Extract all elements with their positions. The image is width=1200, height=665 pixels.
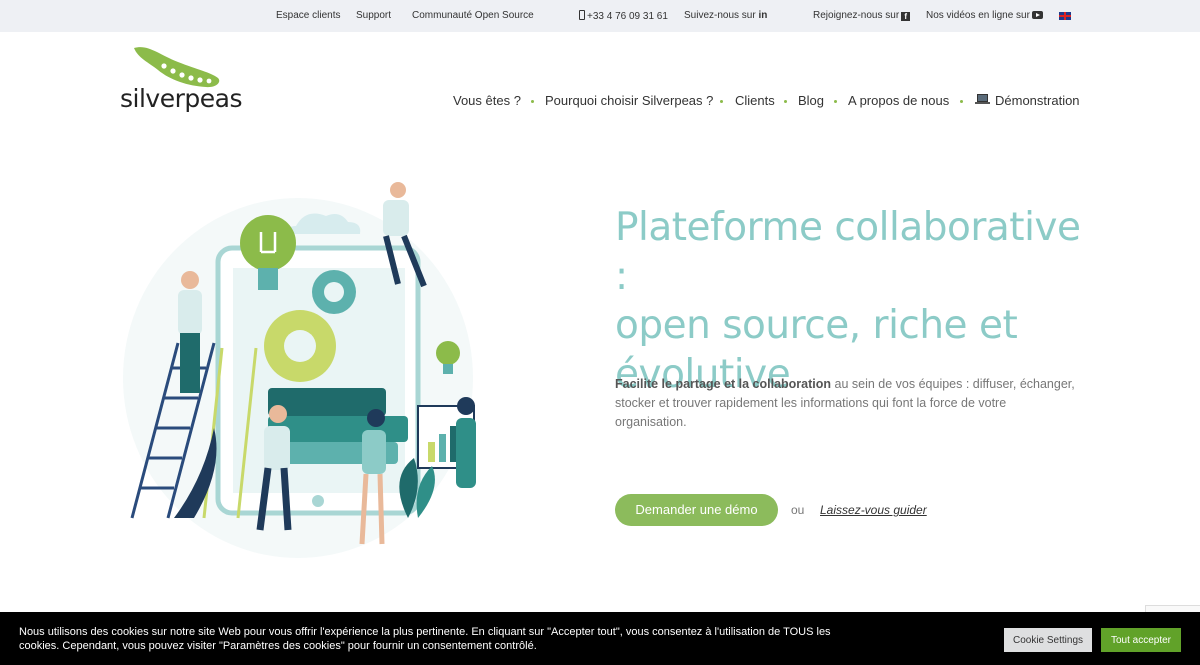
or-separator: ou (791, 503, 805, 517)
laptop-icon (975, 94, 990, 104)
facebook-link[interactable]: Rejoignez-nous sur f (813, 10, 911, 21)
nav-demonstration[interactable]: Démonstration (995, 93, 1080, 108)
nav-vous-etes[interactable]: Vous êtes ? (453, 93, 521, 108)
demo-request-button[interactable]: Demander une démo (615, 494, 778, 526)
nav-separator (784, 100, 787, 103)
youtube-label: Nos vidéos en ligne sur (926, 10, 1030, 21)
hero-title-line-1: Plateforme collaborative : (615, 205, 1081, 299)
linkedin-icon: in (758, 10, 768, 21)
nav-a-propos[interactable]: A propos de nous (848, 93, 949, 108)
nav-separator (531, 100, 534, 103)
phone-icon (579, 10, 585, 20)
youtube-icon (1031, 11, 1043, 19)
facebook-icon: f (901, 12, 911, 21)
accept-all-cookies-button[interactable]: Tout accepter (1101, 628, 1181, 652)
nav-pourquoi[interactable]: Pourquoi choisir Silverpeas ? (545, 93, 713, 108)
linkedin-label: Suivez-nous sur (684, 10, 756, 21)
communaute-link[interactable]: Communauté Open Source (412, 10, 534, 21)
espace-clients-link[interactable]: Espace clients (276, 10, 340, 21)
phone-number: +33 4 76 09 31 61 (587, 11, 668, 22)
cookie-message: Nous utilisons des cookies sur notre sit… (19, 626, 831, 652)
hero-description-highlight: Facilite le partage et la collaboration (615, 377, 832, 391)
cookie-consent-bar: Nous utilisons des cookies sur notre sit… (0, 612, 1200, 665)
guide-link[interactable]: Laissez-vous guider (820, 503, 927, 517)
collaboration-illustration (123, 182, 476, 558)
brand-wordmark: silverpeas (120, 84, 242, 113)
youtube-link[interactable]: Nos vidéos en ligne sur (926, 10, 1043, 21)
nav-clients[interactable]: Clients (735, 93, 775, 108)
hero-title-line-2: open source, riche et (615, 303, 1018, 348)
phone-contact[interactable]: +33 4 76 09 31 61 (579, 10, 668, 22)
uk-flag-icon[interactable] (1059, 12, 1071, 20)
nav-blog[interactable]: Blog (798, 93, 824, 108)
hero-title: Plateforme collaborative : open source, … (615, 203, 1085, 399)
cookie-settings-button[interactable]: Cookie Settings (1004, 628, 1092, 652)
nav-separator (720, 100, 723, 103)
nav-separator (834, 100, 837, 103)
facebook-label: Rejoignez-nous sur (813, 10, 900, 21)
linkedin-link[interactable]: Suivez-nous sur in (684, 10, 767, 21)
nav-separator (960, 100, 963, 103)
support-link[interactable]: Support (356, 10, 391, 21)
hero-description: Facilite le partage et la collaboration … (615, 375, 1075, 432)
top-utility-bar: Espace clients Support Communauté Open S… (0, 0, 1200, 32)
